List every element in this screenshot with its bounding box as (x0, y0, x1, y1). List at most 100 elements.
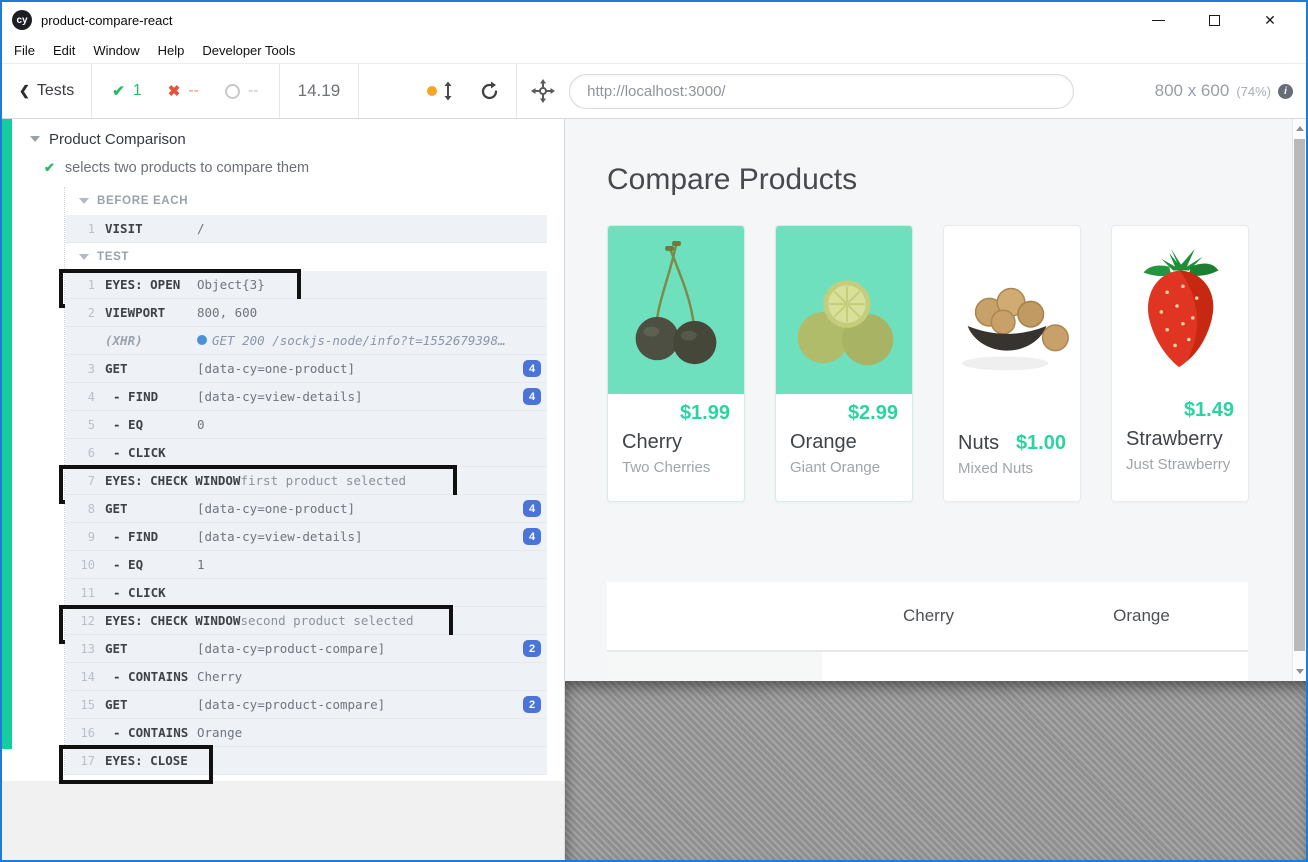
command-row[interactable]: 13GET[data-cy=product-compare]2 (65, 635, 547, 663)
command-row[interactable]: 1VISIT/ (65, 215, 547, 243)
command-row[interactable]: (XHR)GET 200 /sockjs-node/info?t=1552679… (65, 327, 547, 355)
product-name: Cherry (622, 427, 730, 457)
command-method: - FIND (105, 389, 197, 404)
compare-table-row (607, 652, 1248, 681)
command-message: [data-cy=view-details] (197, 389, 523, 404)
url-input[interactable]: http://localhost:3000/ (569, 74, 1074, 109)
orange-dot-icon (427, 86, 437, 96)
selector-playground-button[interactable] (531, 79, 555, 103)
preview-scrollbar[interactable] (1292, 119, 1306, 681)
command-log-test: 1EYES: OPENObject{3}2VIEWPORT800, 600(XH… (65, 271, 547, 775)
product-cards: $1.99CherryTwo Cherries $2.99OrangeGiant … (607, 225, 1250, 502)
test-duration: 14.19 (280, 81, 359, 101)
product-card-body: $2.99OrangeGiant Orange (776, 394, 912, 479)
command-row[interactable]: 8GET[data-cy=one-product]4 (65, 495, 547, 523)
pass-indicator-bar (2, 119, 12, 749)
command-number: 7 (65, 474, 95, 488)
pending-stat: -- (225, 82, 259, 100)
command-row[interactable]: 11- CLICK (65, 579, 547, 607)
command-row[interactable]: 17EYES: CLOSE (65, 747, 547, 775)
command-row[interactable]: 10- EQ1 (65, 551, 547, 579)
circle-icon (225, 84, 240, 99)
suite-header[interactable]: Product Comparison (30, 127, 564, 151)
product-card-nuts[interactable]: Nuts$1.00Mixed Nuts (943, 225, 1081, 502)
before-each-section-header[interactable]: BEFORE EACH (65, 187, 547, 215)
command-row[interactable]: 5- EQ0 (65, 411, 547, 439)
command-number: 16 (65, 726, 95, 740)
minimize-button[interactable] (1130, 2, 1186, 38)
command-method: GET (105, 697, 197, 712)
main-area: Product Comparison ✔ selects two product… (2, 119, 1306, 860)
command-row[interactable]: 7EYES: CHECK WINDOWfirst product selecte… (65, 467, 547, 495)
command-row[interactable]: 14- CONTAINSCherry (65, 663, 547, 691)
suite-title: Product Comparison (49, 131, 186, 148)
command-log-before-each: 1VISIT/ (65, 215, 547, 243)
command-message: second product selected (240, 613, 413, 628)
command-message: 0 (197, 417, 547, 432)
command-row[interactable]: 2VIEWPORT800, 600 (65, 299, 547, 327)
product-subtitle: Mixed Nuts (958, 458, 1066, 480)
product-subtitle: Two Cherries (622, 457, 730, 479)
command-row[interactable]: 6- CLICK (65, 439, 547, 467)
command-number: 13 (65, 642, 95, 656)
product-card-orange[interactable]: $2.99OrangeGiant Orange (775, 225, 913, 502)
command-method: EYES: OPEN (105, 277, 197, 292)
compare-table: CherryOrange (607, 582, 1248, 681)
command-row[interactable]: 3GET[data-cy=one-product]4 (65, 355, 547, 383)
refresh-icon (479, 81, 500, 102)
info-icon[interactable]: i (1278, 84, 1293, 99)
product-price: $1.49 (1126, 397, 1234, 424)
scrollbar-thumb[interactable] (1294, 139, 1305, 651)
maximize-icon (1209, 15, 1220, 26)
maximize-button[interactable] (1186, 2, 1242, 38)
pending-count: -- (248, 82, 259, 100)
test-section-header[interactable]: TEST (65, 243, 547, 271)
refresh-button[interactable] (479, 81, 500, 102)
command-method: - EQ (105, 417, 197, 432)
divider (516, 64, 517, 118)
command-row[interactable]: 4- FIND[data-cy=view-details]4 (65, 383, 547, 411)
menu-item-window[interactable]: Window (84, 43, 148, 58)
menu-item-edit[interactable]: Edit (44, 43, 84, 58)
menu-item-file[interactable]: File (5, 43, 44, 58)
x-icon: ✖ (168, 82, 181, 100)
command-method: - FIND (105, 529, 197, 544)
command-method: - CONTAINS (105, 725, 197, 740)
chevron-left-icon: ❮ (19, 83, 30, 99)
failed-stat: ✖ -- (168, 82, 199, 100)
test-item[interactable]: ✔ selects two products to compare them (44, 155, 564, 181)
product-card-strawberry[interactable]: $1.49StrawberryJust Strawberry (1111, 225, 1249, 502)
command-number: 1 (65, 278, 95, 292)
command-row[interactable]: 1EYES: OPENObject{3} (65, 271, 547, 299)
command-number: 11 (65, 586, 95, 600)
page-title: Compare Products (607, 163, 1250, 197)
chevron-down-icon (79, 254, 89, 260)
product-price: $1.99 (622, 400, 730, 427)
command-row[interactable]: 9- FIND[data-cy=view-details]4 (65, 523, 547, 551)
command-method: VIEWPORT (105, 305, 197, 320)
command-method: - CLICK (105, 445, 197, 460)
compare-row-label-cell (607, 652, 822, 681)
xhr-status-dot-icon (197, 335, 207, 345)
scroll-down-icon[interactable] (1296, 669, 1304, 674)
viewport-size: 800 x 600 (1155, 81, 1230, 101)
back-to-tests-button[interactable]: ❮ Tests (2, 82, 91, 100)
product-name: Nuts (958, 428, 999, 458)
product-card-cherry[interactable]: $1.99CherryTwo Cherries (607, 225, 745, 502)
command-row[interactable]: 16- CONTAINSOrange (65, 719, 547, 747)
element-count-badge: 4 (523, 360, 541, 377)
cherries-photo (608, 226, 744, 394)
oranges-photo (776, 226, 912, 394)
auto-scroll-indicator[interactable] (427, 81, 453, 101)
command-row[interactable]: 12EYES: CHECK WINDOWsecond product selec… (65, 607, 547, 635)
reporter-content: Product Comparison ✔ selects two product… (2, 119, 564, 781)
menu-item-help[interactable]: Help (149, 43, 194, 58)
close-button[interactable]: ✕ (1242, 2, 1298, 38)
close-icon: ✕ (1264, 12, 1276, 29)
command-method: GET (105, 361, 197, 376)
command-row[interactable]: 15GET[data-cy=product-compare]2 (65, 691, 547, 719)
menu-item-developer-tools[interactable]: Developer Tools (193, 43, 304, 58)
command-method: GET (105, 501, 197, 516)
scroll-up-icon[interactable] (1296, 126, 1304, 131)
product-name-price-row: Nuts$1.00 (958, 428, 1066, 458)
